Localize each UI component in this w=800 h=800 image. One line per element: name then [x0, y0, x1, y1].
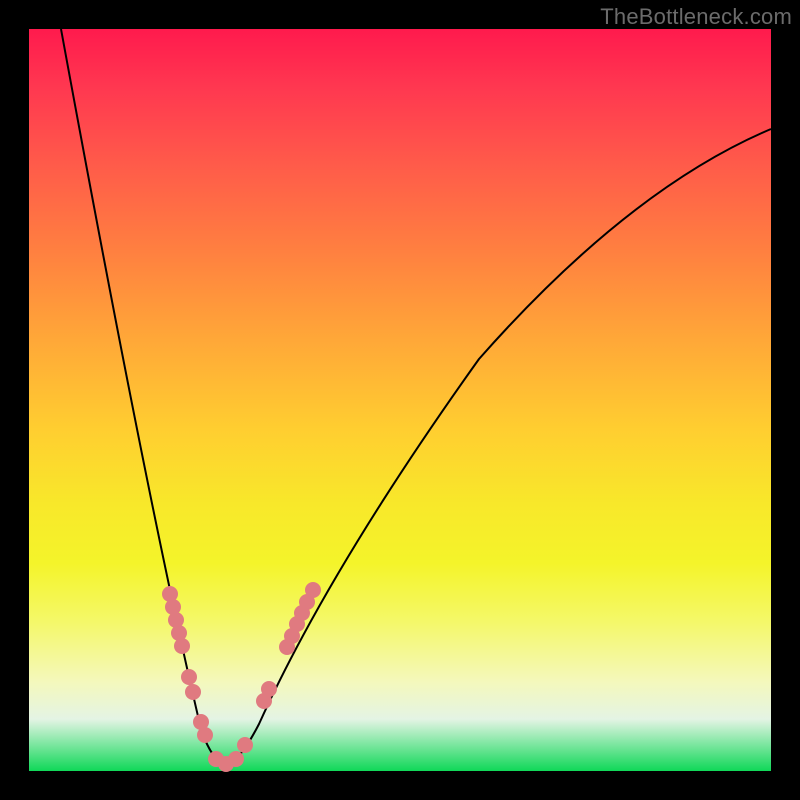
beads-group — [162, 582, 321, 772]
bead — [174, 638, 190, 654]
bead — [305, 582, 321, 598]
bead — [237, 737, 253, 753]
bead — [197, 727, 213, 743]
left-curve — [61, 29, 226, 767]
bead — [261, 681, 277, 697]
right-curve — [226, 129, 771, 767]
chart-outer: TheBottleneck.com — [0, 0, 800, 800]
bead — [228, 751, 244, 767]
watermark-text: TheBottleneck.com — [600, 4, 792, 30]
bead — [185, 684, 201, 700]
bead — [181, 669, 197, 685]
plot-area — [29, 29, 771, 771]
chart-svg — [29, 29, 771, 771]
